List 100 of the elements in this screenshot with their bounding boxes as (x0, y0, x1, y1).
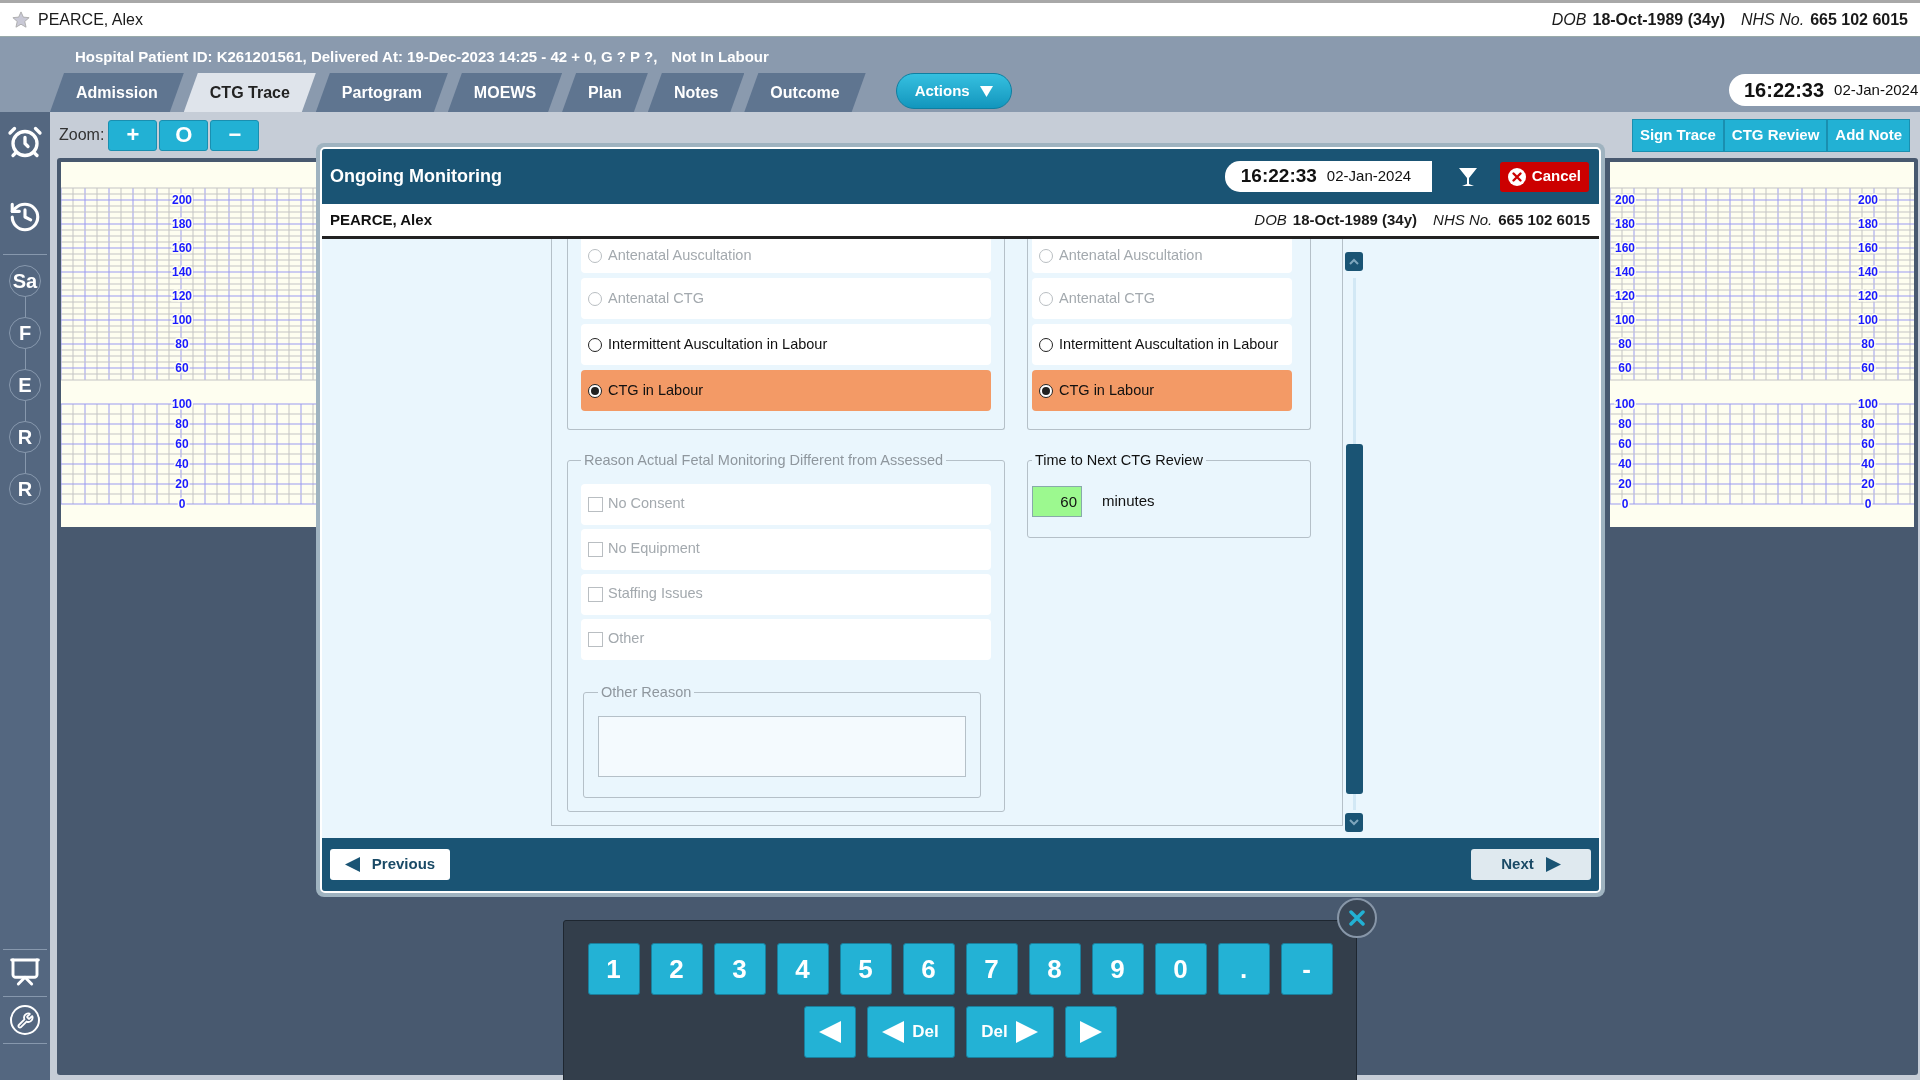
axis-label: 60 (175, 437, 189, 451)
tab[interactable]: MOEWS (447, 73, 563, 112)
axis-label: 80 (175, 417, 189, 431)
checkbox-icon (588, 541, 603, 557)
scroll-up-button[interactable] (1345, 252, 1363, 271)
axis-label: 180 (1615, 217, 1635, 231)
triangle-right-icon (1545, 857, 1561, 872)
close-icon (1349, 910, 1365, 926)
axis-label: 140 (172, 265, 192, 279)
tab[interactable]: Partogram (315, 73, 448, 112)
axis-label: 20 (1861, 477, 1875, 491)
axis-label: 20 (175, 477, 189, 491)
wrench-icon[interactable] (10, 1005, 40, 1035)
clock-date: 02-Jan-2024 (1834, 79, 1919, 100)
zoom-button[interactable]: + (108, 119, 158, 151)
keypad-key[interactable]: - (1280, 943, 1333, 995)
keypad-key[interactable]: 1 (587, 943, 640, 995)
group-legend: Time to Next CTG Review (1032, 450, 1206, 472)
axis-label: 40 (175, 457, 189, 471)
tab[interactable]: Admission (50, 73, 184, 112)
triangle-left-icon (344, 857, 360, 872)
axis-label: 100 (172, 397, 192, 411)
axis-label: 80 (1861, 417, 1875, 431)
delete-key[interactable]: Del (866, 1006, 955, 1058)
keypad-key[interactable]: 0 (1154, 943, 1207, 995)
radio-icon (588, 249, 602, 263)
alarm-clock-icon[interactable] (7, 124, 43, 160)
checkbox-icon (588, 496, 603, 512)
axis-label: 40 (1861, 457, 1875, 471)
radio-icon (1039, 383, 1053, 398)
axis-label: 0 (178, 497, 186, 511)
labour-status: Not In Labour (671, 46, 769, 67)
radio-icon (588, 291, 602, 306)
tab[interactable]: Outcome (744, 73, 866, 112)
previous-button[interactable]: Previous (330, 849, 450, 880)
axis-label: 100 (172, 313, 192, 327)
filter-icon[interactable] (1457, 166, 1478, 187)
axis-label: 60 (1618, 437, 1632, 451)
keypad-key[interactable]: 6 (902, 943, 955, 995)
clock-date: 02-Jan-2024 (1326, 166, 1412, 187)
radio-option[interactable]: Intermittent Auscultation in Labour (581, 324, 991, 365)
trace-button[interactable]: Sign Trace (1631, 118, 1724, 152)
axis-label: 200 (1858, 193, 1878, 207)
axis-label: 160 (172, 241, 192, 255)
axis-label: 180 (1858, 217, 1878, 231)
cursor-key[interactable] (1064, 1006, 1117, 1058)
axis-label: 60 (1861, 437, 1875, 451)
axis-label: 60 (1618, 361, 1632, 375)
axis-label: 200 (1615, 193, 1635, 207)
cursor-key[interactable] (803, 1006, 856, 1058)
keypad-key[interactable]: 9 (1091, 943, 1144, 995)
group-legend: Other Reason (598, 681, 695, 704)
clock-time: 16:22:33 (1240, 164, 1317, 189)
dob-value: 18-Oct-1989 (34y) (1592, 9, 1725, 30)
axis-label: 100 (1858, 313, 1878, 327)
radio-option[interactable]: CTG in Labour (1032, 370, 1292, 411)
radio-option[interactable]: Intermittent Auscultation in Labour (1032, 324, 1292, 365)
axis-label: 120 (1615, 289, 1635, 303)
radio-icon (1039, 337, 1053, 352)
keypad-key[interactable]: 8 (1028, 943, 1081, 995)
cancel-button[interactable]: Cancel (1499, 161, 1589, 192)
trace-button[interactable]: CTG Review (1723, 118, 1828, 152)
next-button[interactable]: Next (1471, 849, 1591, 880)
delete-key[interactable]: Del (965, 1006, 1054, 1058)
history-icon[interactable] (8, 200, 42, 234)
triangle-left-icon (818, 1021, 841, 1043)
triangle-right-icon (1079, 1021, 1102, 1043)
keypad-key[interactable]: 7 (965, 943, 1018, 995)
scroll-down-button[interactable] (1345, 813, 1363, 832)
minutes-field[interactable]: 60 (1032, 485, 1082, 517)
trace-button[interactable]: Add Note (1827, 118, 1910, 152)
tab[interactable]: Notes (647, 73, 745, 112)
axis-label: 60 (175, 361, 189, 375)
chevron-down-icon (1349, 819, 1359, 826)
radio-option[interactable]: CTG in Labour (581, 370, 991, 411)
radio-icon (588, 337, 602, 352)
nhs-label: NHS No. (1433, 209, 1493, 230)
scrollbar-thumb[interactable] (1345, 444, 1363, 794)
keypad-key[interactable]: . (1217, 943, 1270, 995)
axis-label: 180 (172, 217, 192, 231)
axis-label: 100 (1615, 397, 1635, 411)
tab[interactable]: CTG Trace (183, 73, 316, 112)
actions-button[interactable]: Actions (895, 73, 1012, 109)
keypad-key[interactable]: 3 (713, 943, 766, 995)
zoom-button[interactable]: O (159, 119, 209, 151)
tab[interactable]: Plan (562, 73, 648, 112)
close-icon (1507, 167, 1526, 186)
clock-time: 16:22:33 (1744, 78, 1825, 103)
keypad-key[interactable]: 4 (776, 943, 829, 995)
axis-label: 80 (1618, 417, 1632, 431)
axis-label: 100 (1858, 397, 1878, 411)
keypad-key[interactable]: 2 (650, 943, 703, 995)
axis-label: 120 (172, 289, 192, 303)
patient-name: PEARCE, Alex (330, 209, 432, 230)
keypad-key[interactable]: 5 (839, 943, 892, 995)
zoom-button[interactable]: − (210, 119, 260, 151)
chevron-up-icon (1349, 258, 1359, 265)
presentation-icon[interactable] (9, 956, 41, 988)
scrollbar[interactable] (1345, 252, 1363, 832)
axis-label: 40 (1618, 457, 1632, 471)
